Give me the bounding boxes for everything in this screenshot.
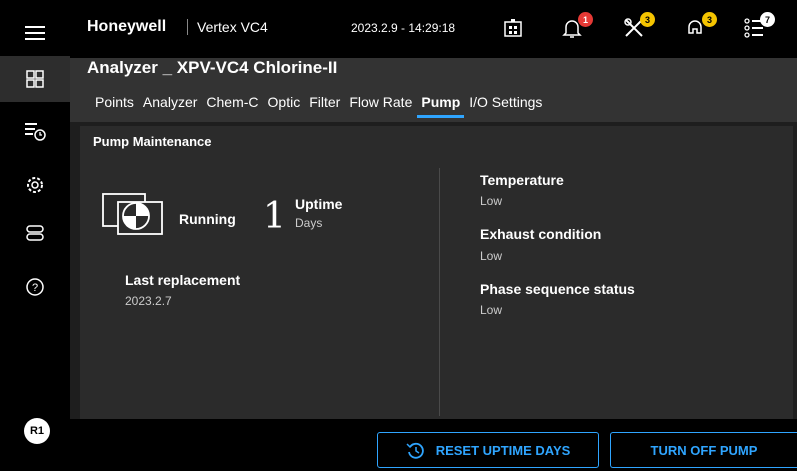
menu-icon[interactable] [0,10,70,56]
tab-pump[interactable]: Pump [417,94,465,118]
reset-uptime-label: RESET UPTIME DAYS [435,442,571,458]
brand-logo: Honeywell [87,18,167,35]
sidebar: ? R1 [0,0,70,471]
maintenance-icon[interactable]: 3 [682,12,717,42]
history-list-icon[interactable] [0,108,70,154]
tab-optic[interactable]: Optic [268,94,301,118]
event-count-badge: 7 [760,12,775,27]
device-icon[interactable] [0,210,70,256]
tab-io-settings[interactable]: I/O Settings [469,94,542,118]
dashboard-icon[interactable] [0,56,70,102]
turn-off-pump-label: TURN OFF PUMP [650,442,758,458]
pump-maintenance-card: Pump Maintenance Running 1 Uptime Days L… [80,126,793,419]
uptime-value: 1 [263,196,286,237]
tab-bar: Points Analyzer Chem-C Optic Filter Flow… [95,94,551,118]
datetime: 2023.2.9 - 14:29:18 [351,21,456,35]
tab-points[interactable]: Points [95,94,134,118]
uptime-unit: Days [295,216,323,230]
exhaust-condition-value: Low [480,249,503,263]
last-replacement-value: 2023.2.7 [125,294,172,308]
alarm-bell-icon[interactable]: 1 [558,12,593,42]
tab-analyzer[interactable]: Analyzer [143,94,197,118]
svg-text:?: ? [32,282,38,294]
network-icon[interactable] [499,14,527,42]
tools-count-badge: 3 [640,12,655,27]
maintenance-count-badge: 3 [702,12,717,27]
page-title: Analyzer _ XPV-VC4 Chlorine-II [87,58,338,77]
tab-flow-rate[interactable]: Flow Rate [349,94,412,118]
avatar[interactable]: R1 [24,418,50,444]
card-title: Pump Maintenance [93,134,212,149]
tab-chem-c[interactable]: Chem-C [206,94,258,118]
turn-off-pump-button[interactable]: TURN OFF PUMP [610,432,797,468]
pump-status: Running [179,211,236,227]
exhaust-condition-label: Exhaust condition [480,226,602,242]
page-header: Analyzer _ XPV-VC4 Chlorine-II Points An… [70,58,797,122]
temperature-value: Low [480,194,503,208]
uptime-label: Uptime [295,196,343,212]
tools-icon[interactable]: 3 [620,12,655,42]
temperature-label: Temperature [480,172,564,188]
divider [187,19,188,35]
alarm-count-badge: 1 [578,12,593,27]
settings-gear-icon[interactable] [0,162,70,208]
reset-history-icon [406,441,424,459]
tab-filter[interactable]: Filter [309,94,340,118]
top-bar: Honeywell Vertex VC4 2023.2.9 - 14:29:18… [70,0,797,58]
pump-icon [102,192,164,241]
product-name: Vertex VC4 [197,19,268,35]
last-replacement-label: Last replacement [125,272,241,288]
phase-sequence-label: Phase sequence status [480,281,635,297]
vertical-divider [439,168,440,416]
footer-bar: RESET UPTIME DAYS TURN OFF PUMP [70,419,797,471]
event-list-icon[interactable]: 7 [740,12,775,42]
help-icon[interactable]: ? [0,264,70,310]
reset-uptime-button[interactable]: RESET UPTIME DAYS [377,432,599,468]
phase-sequence-value: Low [480,303,503,317]
